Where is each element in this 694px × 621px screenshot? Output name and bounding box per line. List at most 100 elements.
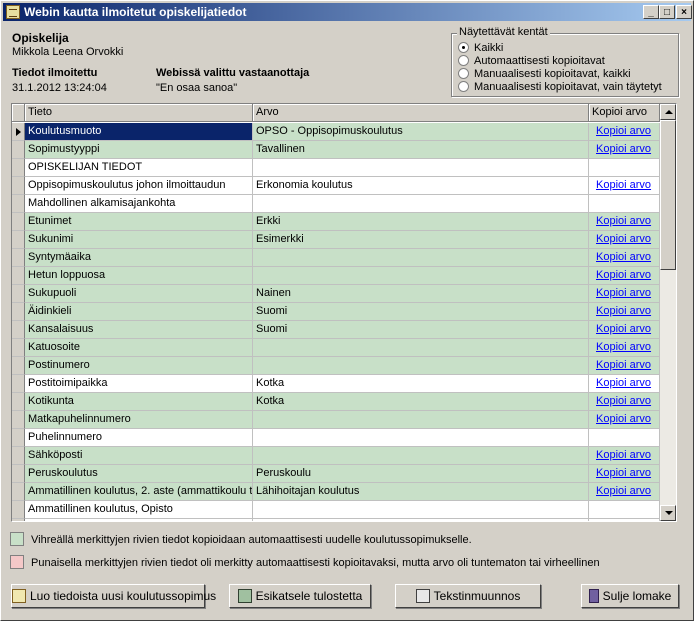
cell-tieto[interactable]: Hetun loppuosa	[25, 267, 253, 285]
table-row[interactable]: Sopimustyyppi Tavallinen Kopioi arvo	[12, 141, 660, 159]
copy-value-link[interactable]: Kopioi arvo	[596, 305, 651, 317]
radio-automaattisesti[interactable]: Automaattisesti kopioitavat	[458, 55, 605, 68]
cell-arvo[interactable]	[253, 267, 589, 285]
maximize-button[interactable]: □	[659, 5, 675, 19]
row-indicator[interactable]	[12, 357, 25, 375]
cell-arvo[interactable]	[253, 159, 589, 177]
cell-tieto[interactable]: Katuosoite	[25, 339, 253, 357]
table-row[interactable]: Syntymäaika Kopioi arvo	[12, 249, 660, 267]
cell-arvo[interactable]: Esimerkki	[253, 231, 589, 249]
text-convert-button[interactable]: Tekstinmuunnos	[395, 584, 541, 608]
cell-tieto[interactable]: Mahdollinen alkamisajankohta	[25, 195, 253, 213]
table-row[interactable]: Hetun loppuosa Kopioi arvo	[12, 267, 660, 285]
cell-tieto[interactable]: Oppisopimuskoulutus johon ilmoittaudun	[25, 177, 253, 195]
cell-tieto[interactable]: Äidinkieli	[25, 303, 253, 321]
radio-manuaalisesti-kaikki[interactable]: Manuaalisesti kopioitavat, kaikki	[458, 68, 631, 81]
copy-value-link[interactable]: Kopioi arvo	[596, 413, 651, 425]
copy-value-link[interactable]: Kopioi arvo	[596, 143, 651, 155]
table-row[interactable]: Ammatillinen koulutus, 2. aste (ammattik…	[12, 483, 660, 501]
cell-tieto[interactable]: Puhelinnumero	[25, 429, 253, 447]
table-row[interactable]: Sähköposti Kopioi arvo	[12, 447, 660, 465]
cell-tieto[interactable]: Ammatillinen koulutus, 2. aste (ammattik…	[25, 483, 253, 501]
row-indicator[interactable]	[12, 177, 25, 195]
cell-arvo[interactable]	[253, 519, 589, 521]
minimize-button[interactable]: _	[643, 5, 659, 19]
cell-tieto[interactable]: Etunimet	[25, 213, 253, 231]
cell-arvo[interactable]: Tavallinen	[253, 141, 589, 159]
cell-arvo[interactable]	[253, 249, 589, 267]
cell-tieto[interactable]	[25, 519, 253, 521]
copy-value-link[interactable]: Kopioi arvo	[596, 251, 651, 263]
create-contract-button[interactable]: Luo tiedoista uusi koulutussopimus	[11, 584, 216, 608]
cell-tieto[interactable]: Syntymäaika	[25, 249, 253, 267]
copy-value-link[interactable]: Kopioi arvo	[596, 215, 651, 227]
cell-arvo[interactable]: OPSO - Oppisopimuskoulutus	[253, 123, 589, 141]
cell-arvo[interactable]	[253, 429, 589, 447]
table-row[interactable]: Sukunimi Esimerkki Kopioi arvo	[12, 231, 660, 249]
row-indicator[interactable]	[12, 249, 25, 267]
row-indicator[interactable]	[12, 375, 25, 393]
radio-manuaalisesti-taytetyt[interactable]: Manuaalisesti kopioitavat, vain täytetyt	[458, 81, 662, 94]
row-indicator[interactable]	[12, 303, 25, 321]
row-indicator[interactable]	[12, 213, 25, 231]
vertical-scrollbar[interactable]	[660, 104, 676, 521]
radio-kaikki[interactable]: Kaikki	[458, 42, 503, 55]
scroll-thumb[interactable]	[660, 120, 676, 270]
cell-tieto[interactable]: Matkapuhelinnumero	[25, 411, 253, 429]
cell-arvo[interactable]: Nainen	[253, 285, 589, 303]
row-indicator[interactable]	[12, 483, 25, 501]
copy-value-link[interactable]: Kopioi arvo	[596, 269, 651, 281]
cell-tieto[interactable]: Peruskoulutus	[25, 465, 253, 483]
table-row[interactable]: OPISKELIJAN TIEDOT	[12, 159, 660, 177]
table-row[interactable]: Äidinkieli Suomi Kopioi arvo	[12, 303, 660, 321]
copy-value-link[interactable]: Kopioi arvo	[596, 377, 651, 389]
column-header-kopioi[interactable]: Kopioi arvo	[589, 104, 660, 122]
table-row[interactable]: Kotikunta Kotka Kopioi arvo	[12, 393, 660, 411]
row-indicator[interactable]	[12, 465, 25, 483]
row-indicator[interactable]	[12, 267, 25, 285]
row-indicator[interactable]	[12, 339, 25, 357]
table-row[interactable]: Postitoimipaikka Kotka Kopioi arvo	[12, 375, 660, 393]
cell-arvo[interactable]: Kotka	[253, 375, 589, 393]
copy-value-link[interactable]: Kopioi arvo	[596, 467, 651, 479]
copy-value-link[interactable]: Kopioi arvo	[596, 323, 651, 335]
copy-value-link[interactable]: Kopioi arvo	[596, 179, 651, 191]
cell-tieto[interactable]: Postitoimipaikka	[25, 375, 253, 393]
table-row[interactable]: Kansalaisuus Suomi Kopioi arvo	[12, 321, 660, 339]
table-row[interactable]: Postinumero Kopioi arvo	[12, 357, 660, 375]
row-indicator[interactable]	[12, 411, 25, 429]
scroll-up-button[interactable]	[660, 104, 676, 120]
cell-arvo[interactable]	[253, 501, 589, 519]
row-indicator[interactable]	[12, 123, 25, 141]
cell-tieto[interactable]: OPISKELIJAN TIEDOT	[25, 159, 253, 177]
table-row[interactable]: Etunimet Erkki Kopioi arvo	[12, 213, 660, 231]
row-indicator[interactable]	[12, 141, 25, 159]
column-header-tieto[interactable]: Tieto	[25, 104, 253, 122]
cell-arvo[interactable]: Suomi	[253, 321, 589, 339]
cell-arvo[interactable]: Kotka	[253, 393, 589, 411]
cell-arvo[interactable]	[253, 447, 589, 465]
row-indicator[interactable]	[12, 321, 25, 339]
cell-tieto[interactable]: Sähköposti	[25, 447, 253, 465]
row-indicator[interactable]	[12, 501, 25, 519]
copy-value-link[interactable]: Kopioi arvo	[596, 125, 651, 137]
cell-arvo[interactable]: Lähihoitajan koulutus	[253, 483, 589, 501]
row-indicator[interactable]	[12, 429, 25, 447]
cell-arvo[interactable]	[253, 411, 589, 429]
cell-tieto[interactable]: Postinumero	[25, 357, 253, 375]
copy-value-link[interactable]: Kopioi arvo	[596, 449, 651, 461]
cell-tieto[interactable]: Ammatillinen koulutus, Opisto	[25, 501, 253, 519]
row-indicator[interactable]	[12, 447, 25, 465]
table-row[interactable]: Katuosoite Kopioi arvo	[12, 339, 660, 357]
copy-value-link[interactable]: Kopioi arvo	[596, 485, 651, 497]
close-form-button[interactable]: Sulje lomake	[581, 584, 679, 608]
cell-tieto[interactable]: Sukupuoli	[25, 285, 253, 303]
row-indicator[interactable]	[12, 195, 25, 213]
cell-tieto[interactable]: Koulutusmuoto	[25, 123, 253, 141]
table-row[interactable]: Ammatillinen koulutus, Opisto	[12, 501, 660, 519]
copy-value-link[interactable]: Kopioi arvo	[596, 359, 651, 371]
table-row[interactable]: Koulutusmuoto OPSO - Oppisopimuskoulutus K…	[12, 123, 660, 141]
cell-tieto[interactable]: Kotikunta	[25, 393, 253, 411]
close-button[interactable]: ×	[676, 5, 692, 19]
cell-tieto[interactable]: Kansalaisuus	[25, 321, 253, 339]
